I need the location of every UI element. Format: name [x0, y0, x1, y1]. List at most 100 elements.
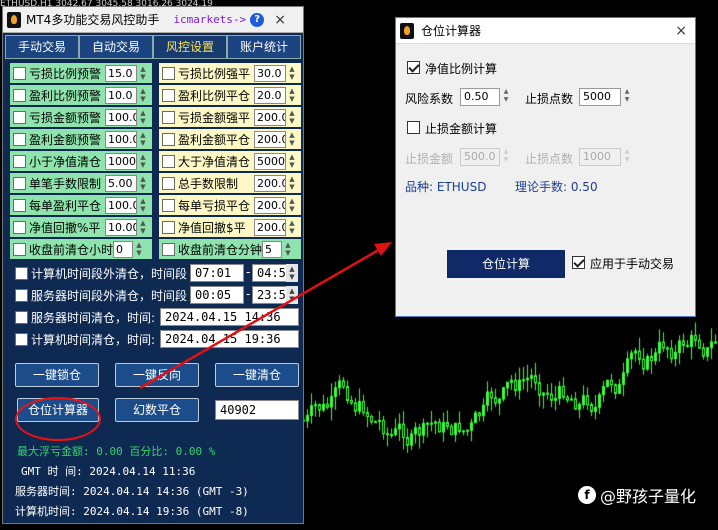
setting-spinner[interactable]: ▲ ▼ [282, 239, 294, 259]
setting-spinner[interactable]: ▲ ▼ [133, 239, 145, 259]
stop-points2-input[interactable]: 1000 [579, 148, 621, 166]
setting-checkbox[interactable] [162, 220, 175, 234]
setting-checkbox[interactable] [162, 110, 175, 124]
setting-value-input[interactable]: 100.0 [105, 130, 137, 148]
setting-checkbox[interactable] [13, 154, 26, 168]
help-icon[interactable]: ? [250, 12, 265, 27]
setting-spinner[interactable]: ▲ ▼ [137, 151, 149, 171]
server-time-range-checkbox[interactable] [15, 288, 28, 302]
setting-spinner[interactable]: ▲ ▼ [286, 63, 298, 83]
server-datetime-input[interactable]: 2024.04.15 14:36 [160, 308, 299, 326]
setting-checkbox[interactable] [162, 242, 175, 256]
setting-label: 每单盈利平仓 [29, 198, 102, 213]
setting-value-input[interactable]: 30.0 [254, 64, 286, 82]
setting-value-input[interactable]: 50000 [254, 152, 286, 170]
lock-all-button[interactable]: 一键锁仓 [15, 363, 99, 387]
setting-checkbox[interactable] [13, 132, 26, 146]
setting-spinner[interactable]: ▲ ▼ [137, 129, 149, 149]
settings-row: 亏损比例预警 15.0 ▲ ▼ 亏损比例强平 30.0 ▲ ▼ [10, 63, 302, 83]
setting-value-input[interactable]: 0 [113, 240, 133, 258]
setting-value-input[interactable]: 20.0 [254, 86, 286, 104]
setting-spinner[interactable]: ▲ ▼ [286, 85, 298, 105]
setting-checkbox[interactable] [13, 110, 26, 124]
dialog-titlebar[interactable]: 仓位计算器 × [396, 18, 695, 44]
setting-spinner[interactable]: ▲ ▼ [286, 107, 298, 127]
setting-checkbox[interactable] [162, 198, 175, 212]
stop-amount-input[interactable]: 500.0 [460, 148, 500, 166]
equity-ratio-checkbox[interactable] [407, 61, 420, 74]
risk-factor-spinner[interactable]: ▲ ▼ [501, 88, 511, 106]
setting-value-input[interactable]: 100.0 [105, 108, 137, 126]
setting-spinner[interactable]: ▲ ▼ [137, 195, 149, 215]
setting-spinner[interactable]: ▲ ▼ [286, 195, 298, 215]
stop-points-spinner[interactable]: ▲ ▼ [622, 88, 632, 106]
app-logo-icon [400, 22, 414, 39]
close-icon[interactable]: × [675, 23, 687, 39]
setting-spinner[interactable]: ▲ ▼ [286, 151, 298, 171]
setting-label: 亏损比例强平 [178, 66, 251, 81]
setting-spinner[interactable]: ▲ ▼ [137, 217, 149, 237]
close-all-button[interactable]: 一键清仓 [215, 363, 299, 387]
server-datetime-checkbox[interactable] [15, 310, 28, 324]
close-icon[interactable]: × [274, 13, 286, 27]
setting-checkbox[interactable] [162, 88, 175, 102]
setting-value-input[interactable]: 5.00 [105, 174, 137, 192]
server-time-spinner[interactable]: ▲ ▼ [286, 286, 298, 304]
setting-checkbox[interactable] [162, 154, 175, 168]
setting-value-input[interactable]: 200.0 [254, 196, 286, 214]
calculate-button[interactable]: 仓位计算 [447, 250, 565, 278]
equity-ratio-label: 净值比例计算 [425, 62, 498, 76]
setting-left: 盈利比例预警 10.0 ▲ ▼ [10, 85, 152, 105]
setting-value-input[interactable]: 5 [262, 240, 282, 258]
tab-risk-settings[interactable]: 风控设置 [153, 35, 227, 59]
local-time-from-input[interactable]: 07:01 [190, 264, 244, 282]
setting-value-input[interactable]: 10.00 [105, 218, 137, 236]
setting-value-input[interactable]: 10.0 [105, 86, 137, 104]
setting-value-input[interactable]: 200.00 [254, 174, 286, 192]
local-time-range-checkbox[interactable] [15, 266, 28, 280]
setting-spinner[interactable]: ▲ ▼ [286, 217, 298, 237]
setting-spinner[interactable]: ▲ ▼ [137, 63, 149, 83]
setting-checkbox[interactable] [162, 66, 175, 80]
setting-spinner[interactable]: ▲ ▼ [137, 107, 149, 127]
setting-checkbox[interactable] [13, 198, 26, 212]
setting-spinner[interactable]: ▲ ▼ [137, 85, 149, 105]
setting-spinner[interactable]: ▲ ▼ [286, 129, 298, 149]
setting-checkbox[interactable] [13, 220, 26, 234]
setting-value-input[interactable]: 10000 [105, 152, 137, 170]
server-time-from-input[interactable]: 00:05 [190, 286, 244, 304]
local-datetime-checkbox[interactable] [15, 332, 28, 346]
setting-value-input[interactable]: 200.0 [254, 130, 286, 148]
setting-left: 亏损金额预警 100.0 ▲ ▼ [10, 107, 152, 127]
setting-value-input[interactable]: 15.0 [105, 64, 137, 82]
setting-checkbox[interactable] [13, 242, 26, 256]
tab-account-stats[interactable]: 账户统计 [227, 35, 301, 59]
setting-checkbox[interactable] [162, 132, 175, 146]
local-time-spinner[interactable]: ▲ ▼ [286, 264, 298, 282]
stop-points-input[interactable]: 5000 [579, 88, 621, 106]
setting-spinner[interactable]: ▲ ▼ [137, 173, 149, 193]
setting-value-input[interactable]: 100.0 [105, 196, 137, 214]
setting-value-input[interactable]: 200.0 [254, 218, 286, 236]
stop-amount-spinner[interactable]: ▲ ▼ [501, 148, 511, 166]
tab-manual-trade[interactable]: 手动交易 [5, 35, 79, 59]
setting-checkbox[interactable] [13, 88, 26, 102]
magic-close-button[interactable]: 幻数平仓 [115, 398, 199, 422]
magic-number-input[interactable]: 40902 [215, 400, 299, 420]
risk-factor-input[interactable]: 0.50 [460, 88, 500, 106]
panel-titlebar[interactable]: MT4多功能交易风控助手 icmarkets-> ? × [3, 7, 303, 33]
reverse-all-button[interactable]: 一键反向 [115, 363, 199, 387]
tab-auto-trade[interactable]: 自动交易 [79, 35, 153, 59]
setting-value-input[interactable]: 200.0 [254, 108, 286, 126]
setting-right: 盈利比例平仓 20.0 ▲ ▼ [159, 85, 301, 105]
setting-checkbox[interactable] [13, 66, 26, 80]
apply-manual-checkbox[interactable] [572, 256, 585, 269]
risk-factor-label: 风险系数 [405, 92, 454, 106]
setting-checkbox[interactable] [13, 176, 26, 190]
setting-spinner[interactable]: ▲ ▼ [286, 173, 298, 193]
stop-amount-checkbox[interactable] [407, 121, 420, 134]
setting-label: 总手数限制 [178, 176, 239, 191]
stop-points2-spinner[interactable]: ▲ ▼ [622, 148, 632, 166]
local-datetime-input[interactable]: 2024.04.15 19:36 [160, 330, 299, 348]
setting-checkbox[interactable] [162, 176, 175, 190]
